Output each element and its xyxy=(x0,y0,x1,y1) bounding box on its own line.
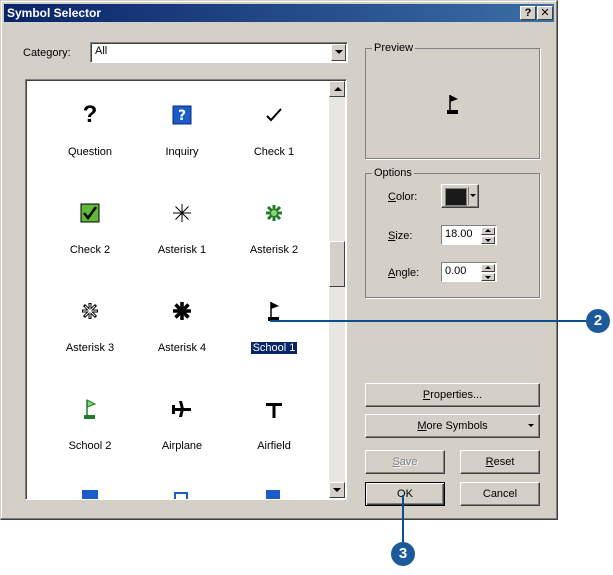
symbol-cell-asterisk-1[interactable]: Asterisk 1 xyxy=(134,198,230,278)
angle-label: Angle: xyxy=(388,267,420,279)
callout-leader-line xyxy=(270,320,586,322)
category-dropdown[interactable]: All xyxy=(90,42,348,63)
airfield-icon xyxy=(226,394,322,424)
size-value: 18.00 xyxy=(445,228,473,240)
symbol-selector-dialog: Symbol Selector ? ✕ Category: All ? Ques… xyxy=(0,0,558,520)
symbol-name-selected: School 1 xyxy=(249,341,299,355)
boxed-check-icon xyxy=(42,198,138,228)
question-mark-icon: ? xyxy=(82,101,98,128)
angle-down-button[interactable] xyxy=(481,273,495,281)
symbol-name: Asterisk 4 xyxy=(157,342,207,354)
step-callout-3: 3 xyxy=(391,542,415,566)
symbol-cell-school-1[interactable]: School 1 xyxy=(226,296,322,376)
preview-group: Preview xyxy=(365,42,540,159)
options-group: Options Color: Size: 18.00 Angle: 0.00 xyxy=(365,167,540,298)
scroll-thumb[interactable] xyxy=(329,241,345,287)
airplane-icon xyxy=(134,394,230,424)
chevron-up-icon xyxy=(334,87,342,91)
symbol-name: Check 1 xyxy=(253,146,295,158)
angle-up-button[interactable] xyxy=(481,264,495,272)
symbol-cell-airfield[interactable]: Airfield xyxy=(226,394,322,474)
category-label: Category: xyxy=(23,47,71,59)
chevron-down-icon xyxy=(335,50,343,54)
symbol-list-scrollbar[interactable] xyxy=(329,81,345,498)
thin-asterisk-icon xyxy=(134,198,230,228)
angle-spinner[interactable]: 0.00 xyxy=(441,262,497,282)
boxed-question-icon: ? xyxy=(134,100,230,130)
help-button[interactable]: ? xyxy=(520,6,536,20)
color-swatch xyxy=(445,188,467,206)
symbol-cell-question[interactable]: ? Question xyxy=(42,100,138,180)
size-spinner[interactable]: 18.00 xyxy=(441,225,497,245)
symbol-name: Asterisk 2 xyxy=(249,244,299,256)
symbol-name: Airfield xyxy=(257,440,291,452)
step-callout-2: 2 xyxy=(586,309,610,333)
symbol-cell-asterisk-2[interactable]: Asterisk 2 xyxy=(226,198,322,278)
color-label: Color: xyxy=(388,191,418,203)
green-asterisk-icon xyxy=(226,198,322,228)
scroll-up-button[interactable] xyxy=(329,81,345,97)
partial-symbol-icon xyxy=(82,490,98,499)
save-button[interactable]: Save xyxy=(365,450,445,474)
partial-symbol-icon xyxy=(266,490,280,499)
category-dropdown-button[interactable] xyxy=(331,44,346,61)
check-mark-icon xyxy=(226,100,322,130)
callout-leader-line xyxy=(402,495,404,542)
cancel-button[interactable]: Cancel xyxy=(460,482,540,506)
preview-symbol-icon xyxy=(366,49,539,158)
ok-button[interactable]: OK xyxy=(365,482,445,506)
properties-button[interactable]: Properties... xyxy=(365,383,540,407)
options-title: Options xyxy=(372,167,414,179)
symbol-name: Inquiry xyxy=(165,146,199,158)
chevron-down-icon xyxy=(470,194,476,197)
color-picker-button[interactable] xyxy=(441,184,479,208)
symbol-cell-check-1[interactable]: Check 1 xyxy=(226,100,322,180)
symbol-name: School 2 xyxy=(68,440,112,452)
bold-asterisk-icon xyxy=(134,296,230,326)
svg-text:?: ? xyxy=(178,108,186,124)
symbol-name: Question xyxy=(67,146,113,158)
green-school-flag-icon xyxy=(42,394,138,424)
title-bar: Symbol Selector ? ✕ xyxy=(4,4,554,22)
symbol-name: Check 2 xyxy=(69,244,111,256)
symbol-cell-asterisk-3[interactable]: Asterisk 3 xyxy=(42,296,138,376)
size-up-button[interactable] xyxy=(481,227,495,235)
symbol-name: Asterisk 1 xyxy=(157,244,207,256)
window-title: Symbol Selector xyxy=(7,6,102,20)
more-symbols-button[interactable]: More Symbols xyxy=(365,414,540,438)
chevron-down-icon xyxy=(528,424,534,427)
category-value: All xyxy=(95,45,108,57)
chevron-down-icon xyxy=(333,488,341,492)
symbol-name: Airplane xyxy=(161,440,203,452)
symbol-cell-check-2[interactable]: Check 2 xyxy=(42,198,138,278)
close-button[interactable]: ✕ xyxy=(537,6,553,20)
symbol-list[interactable]: ? Question ? Inquiry Check 1 Check 2 Ast… xyxy=(25,79,347,500)
scroll-down-button[interactable] xyxy=(329,482,345,498)
symbol-cell-asterisk-4[interactable]: Asterisk 4 xyxy=(134,296,230,376)
size-down-button[interactable] xyxy=(481,236,495,244)
reset-button[interactable]: Reset xyxy=(460,450,540,474)
symbol-name: Asterisk 3 xyxy=(65,342,115,354)
symbol-cell-airplane[interactable]: Airplane xyxy=(134,394,230,474)
symbol-cell-school-2[interactable]: School 2 xyxy=(42,394,138,474)
hollow-asterisk-icon xyxy=(42,296,138,326)
partial-symbol-icon xyxy=(174,492,188,499)
size-label: Size: xyxy=(388,230,413,242)
symbol-cell-inquiry[interactable]: ? Inquiry xyxy=(134,100,230,180)
angle-value: 0.00 xyxy=(445,265,467,277)
